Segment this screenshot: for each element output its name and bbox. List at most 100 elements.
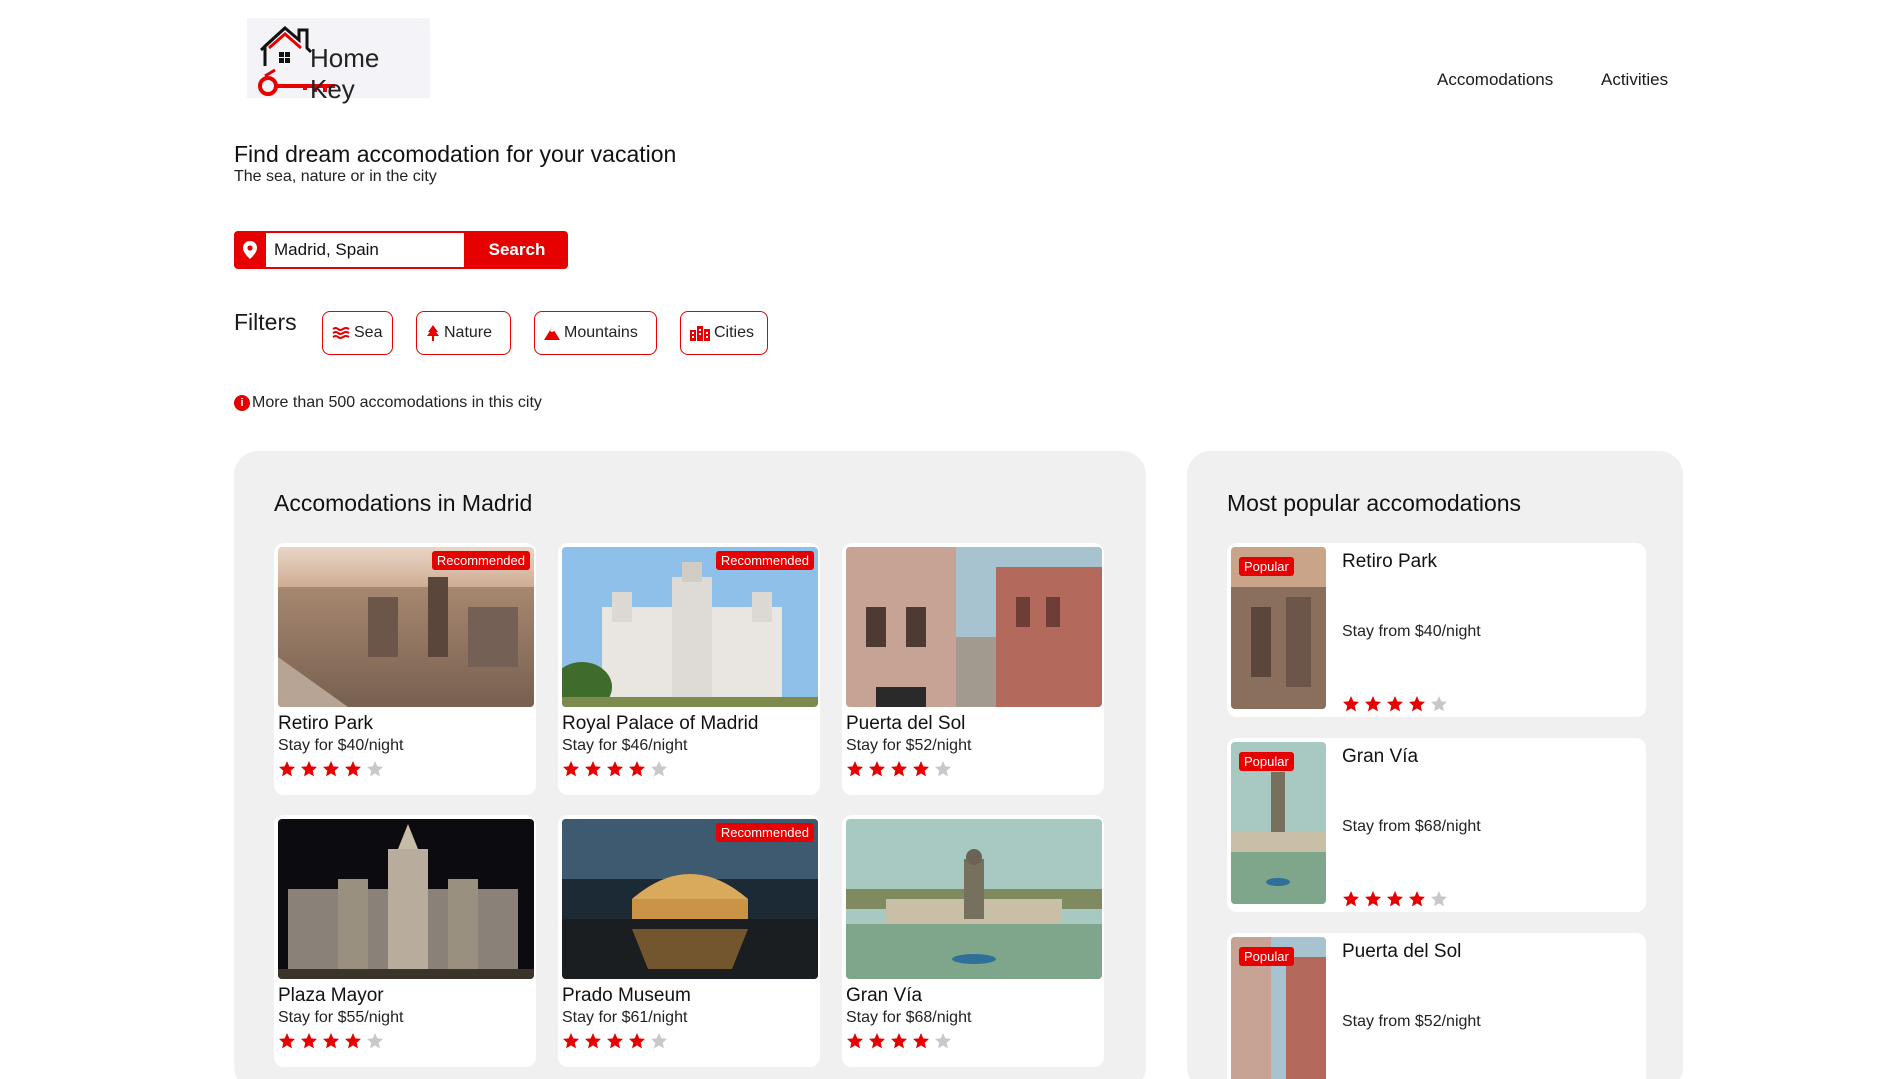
star-filled-icon — [1365, 696, 1381, 712]
rating-stars — [278, 760, 384, 778]
card-title: Prado Museum — [562, 985, 691, 1006]
card-title: Royal Palace of Madrid — [562, 713, 759, 734]
star-filled-icon — [1409, 891, 1425, 907]
star-filled-icon — [323, 761, 339, 777]
popular-panel: Most popular accomodations Popular Retir… — [1187, 451, 1683, 1079]
page-title: Find dream accomodation for your vacatio… — [234, 141, 677, 167]
rating-stars — [278, 1032, 384, 1050]
card-price: Stay for $40/night — [278, 737, 404, 754]
star-empty-icon — [367, 761, 383, 777]
star-filled-icon — [913, 761, 929, 777]
star-filled-icon — [607, 1033, 623, 1049]
star-filled-icon — [301, 1033, 317, 1049]
filter-chip-label: Cities — [714, 324, 755, 341]
card-price: Stay from $52/night — [1342, 1013, 1481, 1030]
popular-card[interactable]: Popular Gran Vía Stay from $68/night — [1227, 738, 1646, 912]
logo[interactable]: Home Key — [247, 18, 430, 104]
star-filled-icon — [869, 761, 885, 777]
filter-chip-sea[interactable]: Sea — [322, 311, 393, 355]
map-pin-icon — [234, 231, 266, 269]
star-filled-icon — [891, 1033, 907, 1049]
accommodation-card[interactable]: Recommended Prado Museum Stay for $61/ni… — [558, 815, 820, 1067]
star-filled-icon — [1387, 696, 1403, 712]
star-filled-icon — [1343, 696, 1359, 712]
city-icon — [690, 325, 710, 341]
card-title: Retiro Park — [278, 713, 374, 734]
card-title: Gran Vía — [846, 985, 923, 1006]
card-title: Plaza Mayor — [278, 985, 384, 1006]
waves-icon — [332, 326, 350, 340]
cathedral-night-photo — [278, 819, 534, 979]
star-filled-icon — [323, 1033, 339, 1049]
rating-stars — [1342, 695, 1448, 713]
card-price: Stay for $68/night — [846, 1009, 972, 1026]
star-filled-icon — [585, 761, 601, 777]
rating-stars — [1342, 890, 1448, 908]
rating-stars — [846, 1032, 952, 1050]
nav-accomodations[interactable]: Accomodations — [1437, 70, 1553, 90]
filters-label: Filters — [234, 309, 297, 335]
info-icon: i — [234, 395, 250, 411]
filter-chip-label: Mountains — [564, 324, 638, 341]
star-filled-icon — [1343, 891, 1359, 907]
city-skyline-photo — [278, 547, 534, 707]
popular-card[interactable]: Popular Retiro Park Stay from $40/night — [1227, 543, 1646, 717]
lake-monument-photo — [846, 819, 1102, 979]
recommended-badge: Recommended — [715, 551, 814, 570]
star-empty-icon — [367, 1033, 383, 1049]
info-message: i More than 500 accomodations in this ci… — [234, 394, 542, 412]
card-price: Stay from $40/night — [1342, 623, 1481, 640]
filter-chip-label: Sea — [354, 324, 383, 341]
star-empty-icon — [935, 1033, 951, 1049]
star-empty-icon — [651, 1033, 667, 1049]
star-filled-icon — [345, 1033, 361, 1049]
accommodation-card[interactable]: Recommended Royal Palace of Madrid Stay … — [558, 543, 820, 795]
recommended-badge: Recommended — [431, 551, 530, 570]
star-filled-icon — [585, 1033, 601, 1049]
popular-badge: Popular — [1239, 752, 1294, 771]
popular-title: Most popular accomodations — [1227, 490, 1522, 516]
accommodation-card[interactable]: Puerta del Sol Stay for $52/night — [842, 543, 1104, 795]
accommodation-card[interactable]: Plaza Mayor Stay for $55/night — [274, 815, 536, 1067]
card-price: Stay for $55/night — [278, 1009, 404, 1026]
filter-chip-nature[interactable]: Nature — [416, 311, 511, 355]
street-photo — [846, 547, 1102, 707]
card-title: Puerta del Sol — [846, 713, 966, 734]
popular-card[interactable]: Popular Puerta del Sol Stay from $52/nig… — [1227, 933, 1646, 1079]
star-filled-icon — [891, 761, 907, 777]
accommodations-title: Accomodations in Madrid — [274, 490, 533, 516]
star-empty-icon — [1431, 696, 1447, 712]
card-price: Stay for $61/night — [562, 1009, 688, 1026]
accommodation-card[interactable]: Recommended Retiro Park Stay for $40/nig… — [274, 543, 536, 795]
rating-stars — [846, 760, 952, 778]
recommended-badge: Recommended — [715, 823, 814, 842]
card-price: Stay for $52/night — [846, 737, 972, 754]
star-filled-icon — [279, 1033, 295, 1049]
accommodation-card[interactable]: Gran Vía Stay for $68/night — [842, 815, 1104, 1067]
star-filled-icon — [1409, 696, 1425, 712]
filter-chip-mountains[interactable]: Mountains — [534, 311, 657, 355]
star-filled-icon — [629, 761, 645, 777]
rating-stars — [562, 760, 668, 778]
nav-activities[interactable]: Activities — [1601, 70, 1668, 90]
glass-palace-photo — [562, 819, 818, 979]
star-filled-icon — [913, 1033, 929, 1049]
search-bar: Search — [234, 231, 568, 269]
search-input[interactable] — [266, 231, 466, 269]
brand-name: Home Key — [310, 43, 380, 104]
star-filled-icon — [279, 761, 295, 777]
page-subtitle: The sea, nature or in the city — [234, 168, 437, 185]
star-filled-icon — [1387, 891, 1403, 907]
card-title: Puerta del Sol — [1342, 941, 1462, 962]
card-title: Gran Vía — [1342, 746, 1419, 767]
star-empty-icon — [651, 761, 667, 777]
star-filled-icon — [301, 761, 317, 777]
star-filled-icon — [629, 1033, 645, 1049]
filter-chip-cities[interactable]: Cities — [680, 311, 768, 355]
search-button[interactable]: Search — [466, 231, 568, 269]
rating-stars — [562, 1032, 668, 1050]
popular-badge: Popular — [1239, 947, 1294, 966]
card-price: Stay for $46/night — [562, 737, 688, 754]
accommodations-panel: Accomodations in Madrid Recommended Reti… — [234, 451, 1146, 1079]
tree-icon — [426, 325, 440, 341]
